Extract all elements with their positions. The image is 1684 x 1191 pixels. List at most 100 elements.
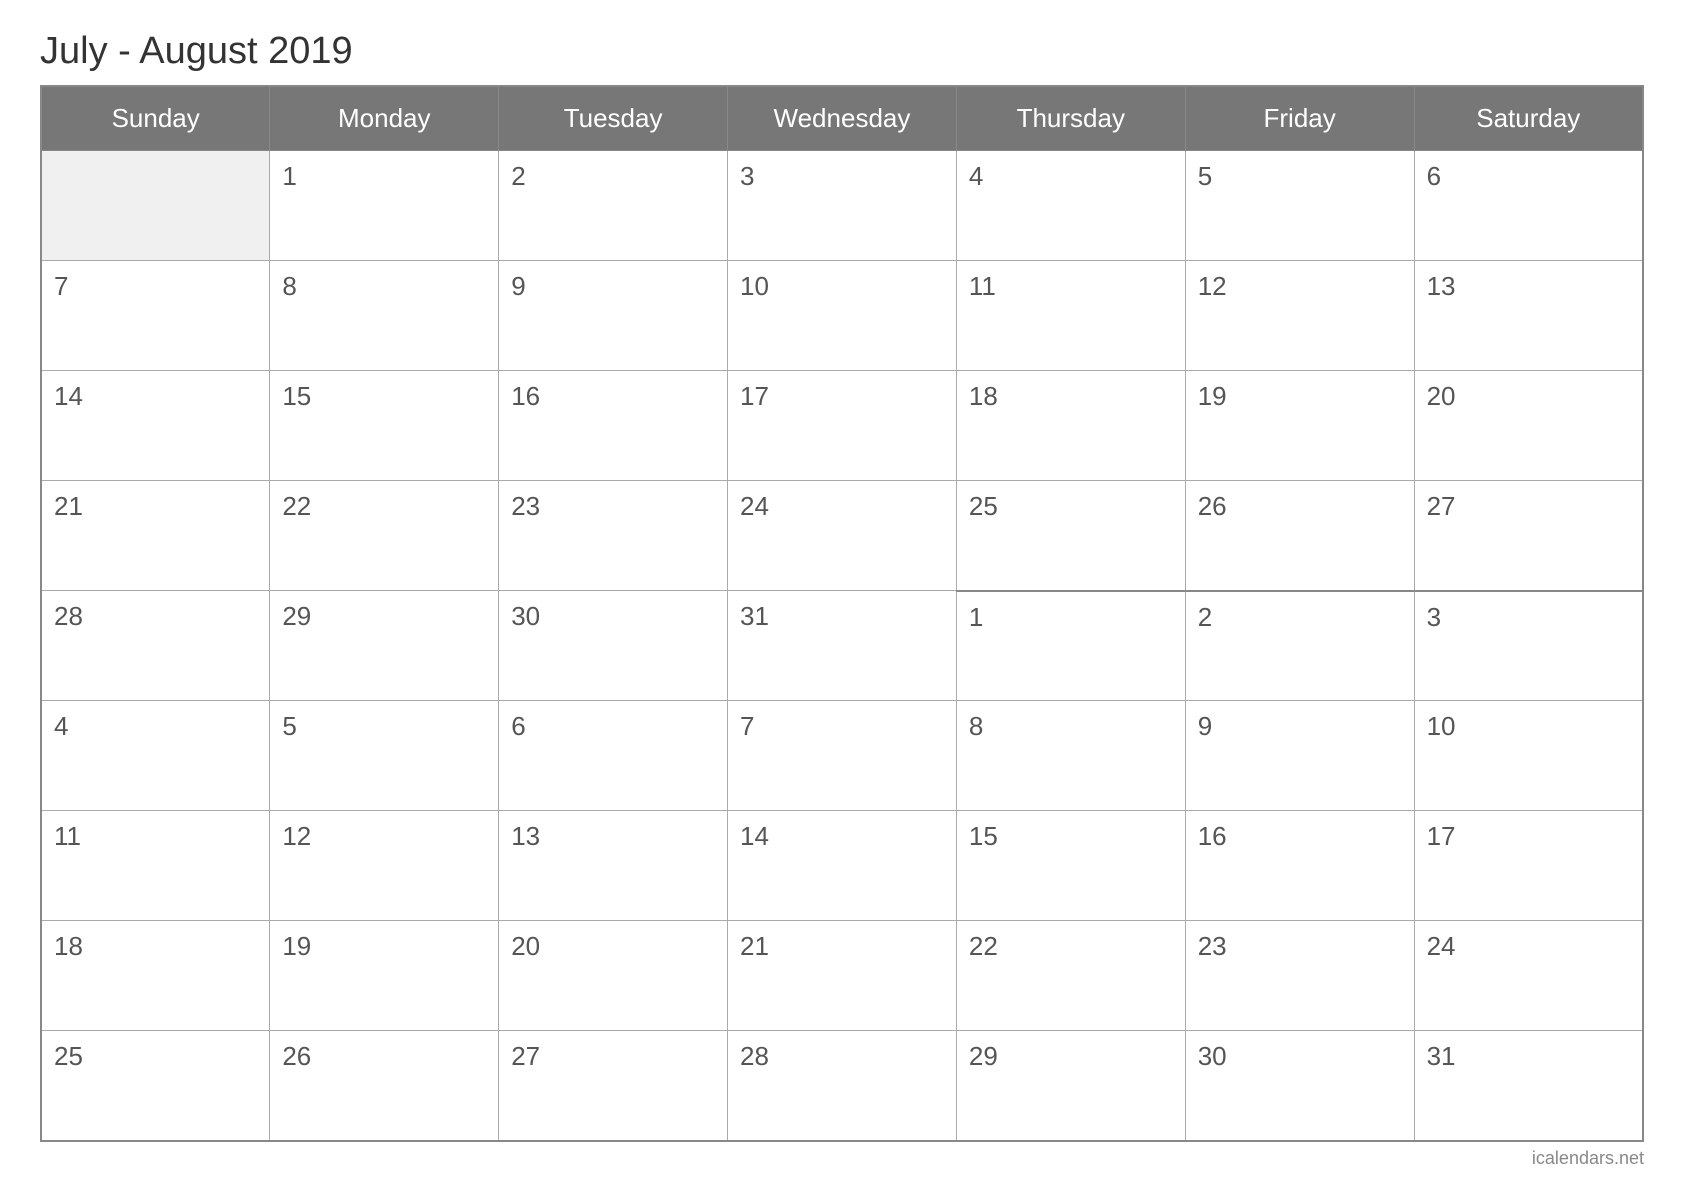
cell-date-number: 22	[282, 491, 311, 521]
cell-date-number: 4	[969, 161, 983, 191]
cell-date-number: 26	[282, 1041, 311, 1071]
calendar-cell: 23	[1185, 921, 1414, 1031]
calendar-cell: 24	[1414, 921, 1643, 1031]
cell-date-number: 19	[282, 931, 311, 961]
calendar-cell: 17	[728, 371, 957, 481]
cell-date-number: 5	[1198, 161, 1212, 191]
calendar-cell: 31	[1414, 1031, 1643, 1141]
calendar-cell: 20	[1414, 371, 1643, 481]
page-title: July - August 2019	[40, 30, 1644, 73]
cell-date-number: 31	[740, 601, 769, 631]
calendar-cell: 27	[1414, 481, 1643, 591]
calendar-cell: 26	[1185, 481, 1414, 591]
cell-date-number: 22	[969, 931, 998, 961]
cell-date-number: 12	[282, 821, 311, 851]
calendar-cell: 20	[499, 921, 728, 1031]
cell-date-number: 15	[969, 821, 998, 851]
cell-date-number: 6	[511, 711, 525, 741]
calendar-week-row: 456 7 89 10	[41, 701, 1643, 811]
day-header-tuesday: Tuesday	[499, 86, 728, 151]
calendar-header-row: SundayMondayTuesdayWednesdayThursdayFrid…	[41, 86, 1643, 151]
cell-date-number: 16	[1198, 821, 1227, 851]
calendar-cell: 9	[1185, 701, 1414, 811]
cell-date-number: 12	[1198, 271, 1227, 301]
day-header-sunday: Sunday	[41, 86, 270, 151]
calendar-cell: 4	[41, 701, 270, 811]
calendar-cell: 23	[499, 481, 728, 591]
calendar-cell: 25	[41, 1031, 270, 1141]
calendar-cell: 15	[270, 371, 499, 481]
calendar-cell: 17	[1414, 811, 1643, 921]
cell-date-number: 28	[54, 601, 83, 631]
calendar-cell: 18	[956, 371, 1185, 481]
calendar-cell: 1	[956, 591, 1185, 701]
calendar-cell: 11	[41, 811, 270, 921]
cell-date-number: 9	[1198, 711, 1212, 741]
cell-date-number: 13	[511, 821, 540, 851]
cell-date-number: 9	[511, 271, 525, 301]
calendar-cell: 13	[1414, 261, 1643, 371]
calendar-cell: 8	[956, 701, 1185, 811]
calendar-week-row: 14 151617 18 19 20	[41, 371, 1643, 481]
cell-date-number: 14	[740, 821, 769, 851]
calendar-cell: 28	[728, 1031, 957, 1141]
calendar-cell: 31	[728, 591, 957, 701]
calendar-cell: 28	[41, 591, 270, 701]
calendar-cell: 22	[270, 481, 499, 591]
cell-date-number: 2	[1198, 602, 1212, 632]
cell-date-number: 1	[969, 602, 983, 632]
cell-date-number: 27	[1427, 491, 1456, 521]
calendar-week-row: 21222324252627	[41, 481, 1643, 591]
calendar-cell: 21	[728, 921, 957, 1031]
cell-date-number: 25	[969, 491, 998, 521]
calendar-cell: 11	[956, 261, 1185, 371]
calendar-cell: 5	[270, 701, 499, 811]
calendar-cell: 4	[956, 151, 1185, 261]
cell-date-number: 18	[969, 381, 998, 411]
cell-date-number: 8	[282, 271, 296, 301]
cell-date-number: 31	[1427, 1041, 1456, 1071]
day-header-friday: Friday	[1185, 86, 1414, 151]
cell-date-number: 25	[54, 1041, 83, 1071]
cell-date-number: 24	[1427, 931, 1456, 961]
calendar-cell: 30	[1185, 1031, 1414, 1141]
day-header-thursday: Thursday	[956, 86, 1185, 151]
calendar-cell: 7	[41, 261, 270, 371]
cell-date-number: 29	[282, 601, 311, 631]
calendar-cell: 5	[1185, 151, 1414, 261]
cell-date-number: 26	[1198, 491, 1227, 521]
cell-date-number: 14	[54, 381, 83, 411]
cell-date-number: 28	[740, 1041, 769, 1071]
cell-date-number: 20	[1427, 381, 1456, 411]
calendar-cell: 6	[499, 701, 728, 811]
cell-date-number: 23	[511, 491, 540, 521]
calendar-cell: 16	[499, 371, 728, 481]
day-header-saturday: Saturday	[1414, 86, 1643, 151]
calendar-cell: 8	[270, 261, 499, 371]
calendar-cell: 10	[1414, 701, 1643, 811]
cell-date-number: 2	[511, 161, 525, 191]
cell-date-number: 7	[740, 711, 754, 741]
cell-date-number: 30	[511, 601, 540, 631]
calendar-cell: 15	[956, 811, 1185, 921]
calendar-week-row: 25262728293031	[41, 1031, 1643, 1141]
calendar-cell: 2	[1185, 591, 1414, 701]
cell-date-number: 19	[1198, 381, 1227, 411]
cell-date-number: 6	[1427, 161, 1441, 191]
calendar-cell: 19	[270, 921, 499, 1031]
calendar-cell: 10	[728, 261, 957, 371]
cell-date-number: 7	[54, 271, 68, 301]
calendar-cell: 1	[270, 151, 499, 261]
cell-date-number: 30	[1198, 1041, 1227, 1071]
cell-date-number: 11	[54, 821, 81, 851]
cell-date-number: 27	[511, 1041, 540, 1071]
calendar-cell: 14	[41, 371, 270, 481]
calendar-cell: 12	[1185, 261, 1414, 371]
calendar-cell: 6	[1414, 151, 1643, 261]
calendar-table: SundayMondayTuesdayWednesdayThursdayFrid…	[40, 85, 1644, 1142]
calendar-cell: 19	[1185, 371, 1414, 481]
cell-date-number: 21	[740, 931, 769, 961]
cell-date-number: 18	[54, 931, 83, 961]
cell-date-number: 10	[740, 271, 769, 301]
cell-date-number: 1	[282, 161, 296, 191]
